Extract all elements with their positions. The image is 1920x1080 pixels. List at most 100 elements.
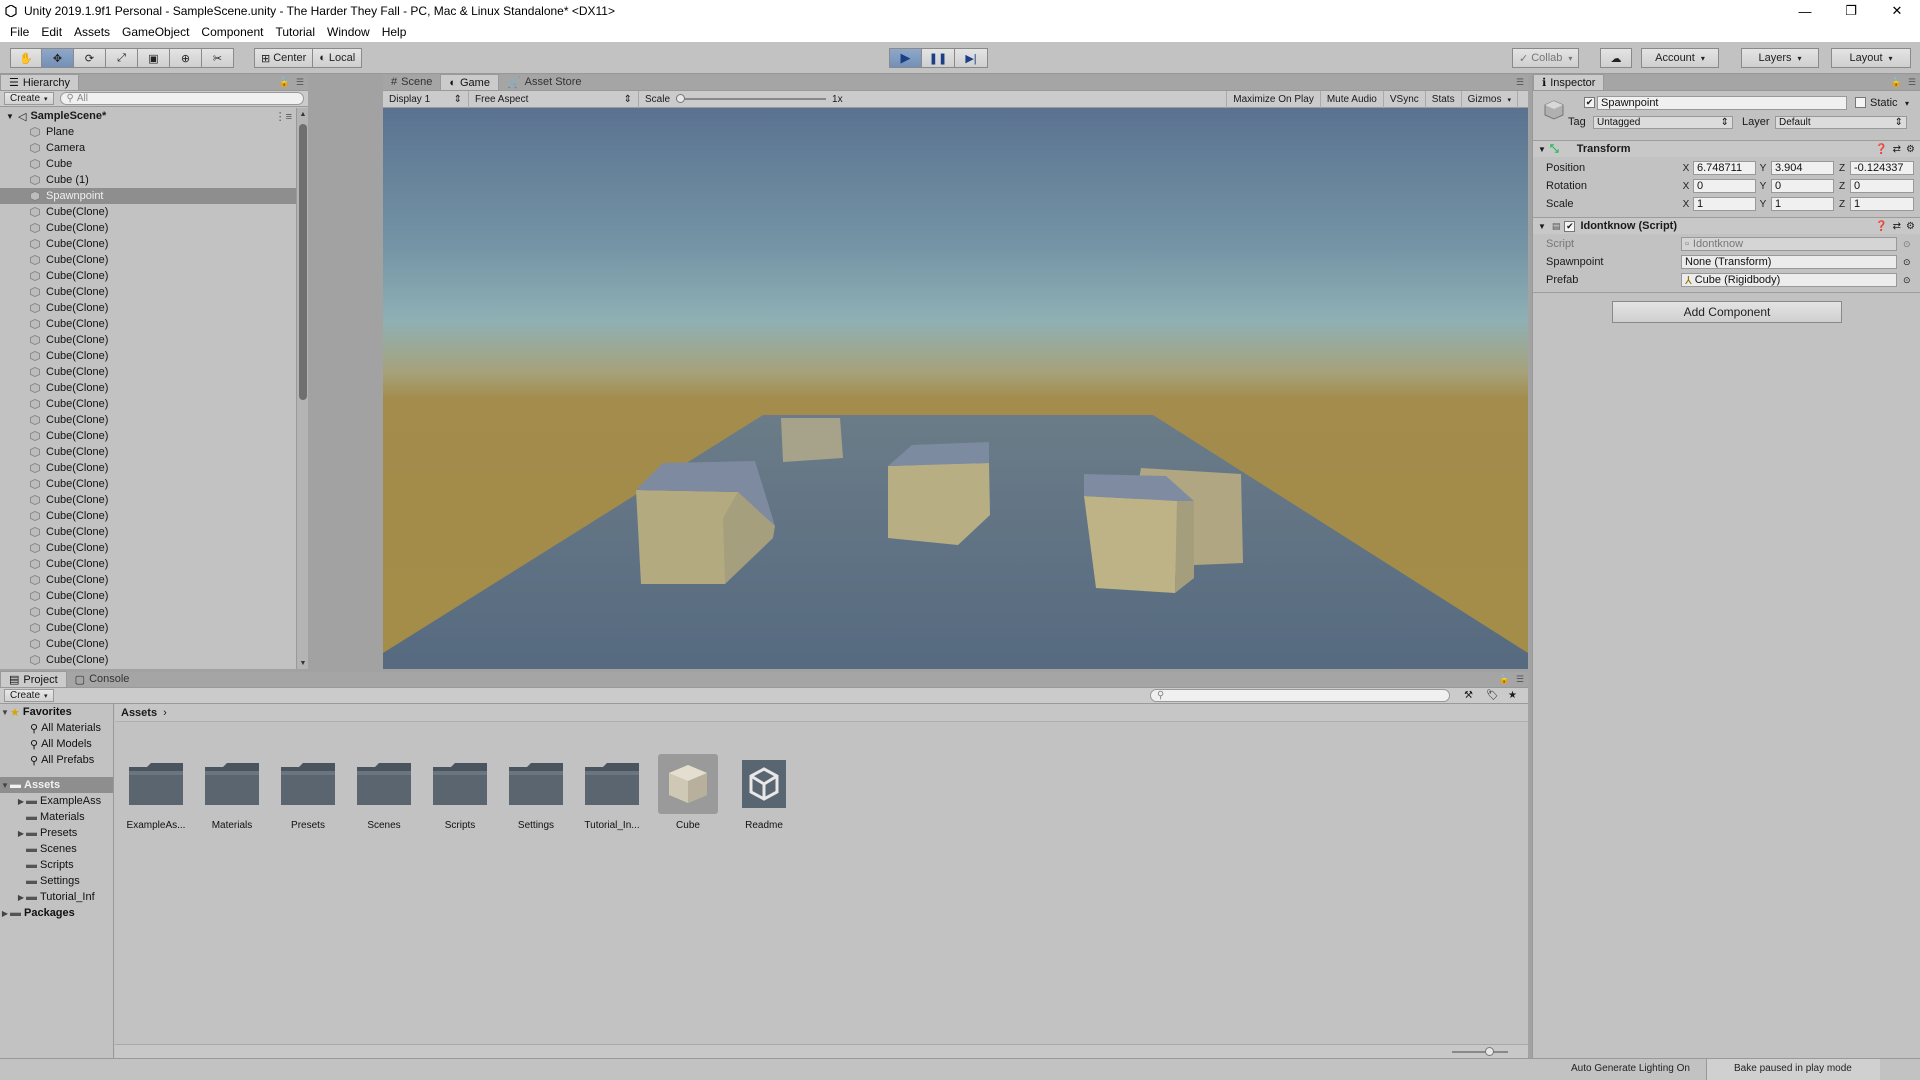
scrollbar-thumb[interactable]: [299, 124, 307, 400]
project-create-button[interactable]: Create: [4, 689, 54, 702]
scale-z-input[interactable]: 1: [1850, 197, 1914, 211]
favorite-star-icon[interactable]: ★: [1508, 690, 1517, 701]
transform-header[interactable]: ▼ ⤡ Transform ❓ ⇄ ⚙: [1533, 140, 1920, 157]
menu-edit[interactable]: Edit: [35, 25, 68, 39]
folder-item[interactable]: ▶ ▬ Tutorial_Inf: [0, 889, 113, 905]
active-checkbox[interactable]: ✔: [1584, 97, 1595, 108]
scale-tool-button[interactable]: ⤢: [106, 48, 138, 68]
layer-dropdown[interactable]: Default ⇕: [1775, 115, 1907, 129]
scene-menu-icon[interactable]: ⋮≡: [275, 110, 292, 123]
asset-item[interactable]: Tutorial_In...: [577, 754, 647, 844]
favorite-item[interactable]: ⚲ All Models: [0, 736, 113, 752]
expand-triangle-icon[interactable]: ▼: [1538, 222, 1546, 231]
add-component-button[interactable]: Add Component: [1612, 301, 1842, 323]
tag-dropdown[interactable]: Untagged ⇕: [1593, 115, 1733, 129]
help-icon[interactable]: ❓: [1875, 144, 1887, 155]
lock-icon[interactable]: 🔒: [1891, 77, 1902, 88]
assets-node[interactable]: ▼ ▬ Assets: [0, 777, 113, 793]
maximize-on-play-toggle[interactable]: Maximize On Play: [1226, 91, 1321, 108]
scale-thumb[interactable]: [676, 94, 686, 103]
space-local-button[interactable]: ◐ Local: [313, 48, 363, 68]
position-y-input[interactable]: 3.904: [1771, 161, 1834, 175]
hierarchy-item[interactable]: Cube: [0, 156, 296, 172]
hierarchy-item[interactable]: Cube(Clone): [0, 396, 296, 412]
aspect-dropdown[interactable]: Free Aspect ⇕: [469, 90, 639, 108]
hierarchy-item[interactable]: Cube(Clone): [0, 604, 296, 620]
script-enabled-checkbox[interactable]: ✔: [1564, 220, 1576, 232]
hierarchy-item[interactable]: Spawnpoint: [0, 188, 296, 204]
hierarchy-item[interactable]: Cube(Clone): [0, 620, 296, 636]
close-icon[interactable]: ✕: [1874, 0, 1920, 22]
hierarchy-item[interactable]: Cube(Clone): [0, 444, 296, 460]
pause-button[interactable]: ❚❚: [922, 48, 955, 68]
folder-item[interactable]: ▬ Scenes: [0, 841, 113, 857]
favorite-item[interactable]: ⚲ All Materials: [0, 720, 113, 736]
position-z-input[interactable]: -0.124337: [1850, 161, 1914, 175]
hierarchy-item[interactable]: Cube(Clone): [0, 204, 296, 220]
asset-item[interactable]: ExampleAs...: [121, 754, 191, 844]
folder-item[interactable]: ▬ Settings: [0, 873, 113, 889]
hierarchy-item[interactable]: Cube(Clone): [0, 428, 296, 444]
menu-tutorial[interactable]: Tutorial: [269, 25, 321, 39]
panel-menu-icon[interactable]: ☰: [1908, 77, 1916, 88]
hierarchy-item[interactable]: Cube(Clone): [0, 540, 296, 556]
asset-item[interactable]: Scripts: [425, 754, 495, 844]
hierarchy-item[interactable]: Cube(Clone): [0, 236, 296, 252]
scale-x-input[interactable]: 1: [1693, 197, 1756, 211]
menu-help[interactable]: Help: [376, 25, 413, 39]
account-dropdown[interactable]: Account: [1641, 48, 1719, 68]
hierarchy-item[interactable]: Cube(Clone): [0, 588, 296, 604]
hierarchy-item[interactable]: Cube(Clone): [0, 268, 296, 284]
packages-node[interactable]: ▶ ▬ Packages: [0, 905, 113, 921]
filter-label-icon[interactable]: 🏷: [1486, 690, 1499, 701]
scroll-down-icon[interactable]: ▼: [297, 657, 309, 669]
asset-item[interactable]: Presets: [273, 754, 343, 844]
game-render-canvas[interactable]: [383, 108, 1528, 669]
hierarchy-item[interactable]: Cube(Clone): [0, 668, 296, 669]
tab-project[interactable]: ▤ Project: [0, 671, 67, 687]
settings-gear-icon[interactable]: ⚙: [1906, 144, 1915, 155]
spawnpoint-field[interactable]: None (Transform): [1681, 255, 1897, 269]
object-name-input[interactable]: Spawnpoint: [1597, 96, 1847, 110]
icon-size-thumb[interactable]: [1485, 1047, 1494, 1056]
panel-menu-icon[interactable]: ☰: [1516, 77, 1524, 88]
layers-dropdown[interactable]: Layers: [1741, 48, 1819, 68]
icon-size-slider[interactable]: [1452, 1051, 1508, 1053]
hierarchy-item[interactable]: Cube(Clone): [0, 636, 296, 652]
breadcrumb-assets[interactable]: Assets: [121, 707, 157, 719]
expand-triangle-icon[interactable]: ▶: [0, 909, 10, 918]
static-dropdown-icon[interactable]: ▾: [1905, 99, 1909, 108]
preset-icon[interactable]: ⇄: [1893, 221, 1901, 232]
help-icon[interactable]: ❓: [1875, 221, 1887, 232]
favorite-item[interactable]: ⚲ All Prefabs: [0, 752, 113, 768]
tab-console[interactable]: ▢ Console: [67, 671, 138, 687]
asset-item[interactable]: Materials: [197, 754, 267, 844]
scale-track[interactable]: [676, 94, 827, 104]
layout-dropdown[interactable]: Layout: [1831, 48, 1911, 68]
tab-game[interactable]: ◐ Game: [440, 74, 499, 90]
play-button[interactable]: ▶: [889, 48, 922, 68]
custom-tool-button[interactable]: ✂: [202, 48, 234, 68]
expand-triangle-icon[interactable]: ▼: [6, 112, 14, 121]
preset-icon[interactable]: ⇄: [1893, 144, 1901, 155]
expand-triangle-icon[interactable]: ▼: [0, 781, 10, 790]
hierarchy-item[interactable]: Cube(Clone): [0, 300, 296, 316]
expand-triangle-icon[interactable]: ▶: [16, 893, 26, 902]
menu-file[interactable]: File: [4, 25, 35, 39]
hierarchy-item[interactable]: Cube(Clone): [0, 284, 296, 300]
tab-hierarchy[interactable]: ☰ Hierarchy: [0, 74, 79, 90]
position-x-input[interactable]: 6.748711: [1693, 161, 1756, 175]
menu-assets[interactable]: Assets: [68, 25, 116, 39]
hierarchy-item[interactable]: Cube(Clone): [0, 556, 296, 572]
display-dropdown[interactable]: Display 1 ⇕: [383, 90, 469, 108]
project-search-input[interactable]: ⚲: [1150, 689, 1450, 702]
hierarchy-item[interactable]: Cube(Clone): [0, 492, 296, 508]
hierarchy-create-button[interactable]: Create: [4, 92, 54, 105]
asset-item[interactable]: Settings: [501, 754, 571, 844]
hierarchy-item[interactable]: Plane: [0, 124, 296, 140]
favorites-node[interactable]: ▼ ★ Favorites: [0, 704, 113, 720]
script-component-header[interactable]: ▼ ▤ ✔ Idontknow (Script) ❓ ⇄ ⚙: [1533, 217, 1920, 234]
mute-audio-toggle[interactable]: Mute Audio: [1321, 91, 1384, 108]
menu-component[interactable]: Component: [195, 25, 269, 39]
lock-icon[interactable]: 🔒: [1499, 674, 1510, 685]
